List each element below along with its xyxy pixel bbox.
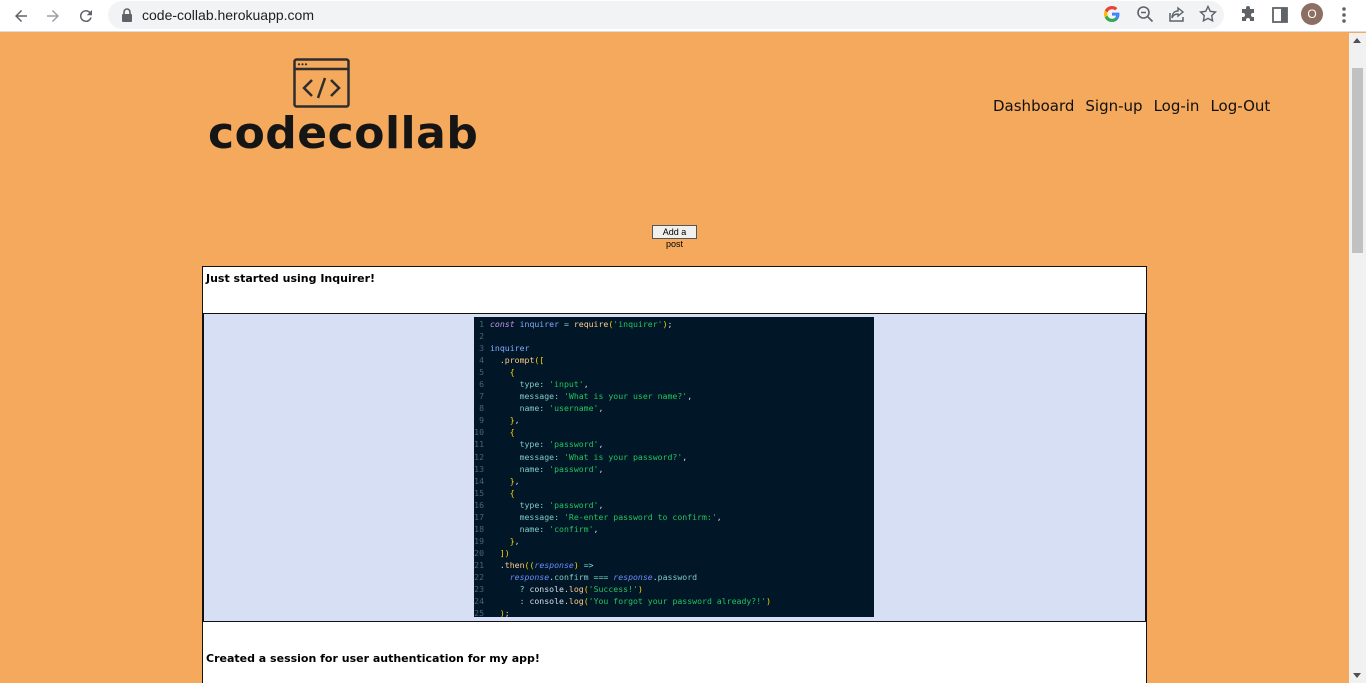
code-line: 15 {	[474, 487, 515, 498]
main-nav: Dashboard Sign-up Log-in Log-Out	[993, 97, 1270, 115]
nav-dashboard[interactable]: Dashboard	[993, 97, 1074, 115]
address-bar[interactable]: code-collab.herokuapp.com	[108, 1, 1224, 29]
code-line: 13 name: 'password',	[474, 463, 604, 474]
code-line: 6 type: 'input',	[479, 379, 589, 390]
scrollbar-thumb[interactable]	[1352, 68, 1363, 253]
code-line: 24 : console.log('You forgot your passwo…	[474, 596, 772, 607]
more-menu-icon[interactable]	[1337, 5, 1351, 25]
post-image-frame: 1 const inquirer = require('inquirer'); 2 3…	[203, 313, 1146, 622]
lock-icon	[122, 8, 132, 22]
code-line: 20 ])	[474, 547, 510, 558]
extensions-icon[interactable]	[1238, 5, 1258, 25]
scroll-up-arrow-icon[interactable]	[1353, 38, 1361, 43]
post-title[interactable]: Just started using Inquirer!	[206, 272, 375, 285]
google-icon[interactable]	[1103, 5, 1121, 23]
reload-icon[interactable]	[74, 4, 98, 28]
bookmark-star-icon[interactable]	[1199, 5, 1217, 23]
nav-sign-up[interactable]: Sign-up	[1085, 97, 1142, 115]
code-line: 21 .then((response) =>	[474, 559, 594, 570]
add-post-button[interactable]: Add a post	[652, 225, 697, 249]
side-panel-icon[interactable]	[1270, 5, 1290, 25]
code-line: 19 },	[474, 535, 520, 546]
forward-arrow-icon[interactable]	[41, 4, 65, 28]
scroll-down-arrow-icon[interactable]	[1353, 673, 1361, 678]
code-line: 1 const inquirer = require('inquirer');	[479, 319, 673, 329]
browser-toolbar: code-collab.herokuapp.com O	[0, 0, 1366, 32]
nav-log-out[interactable]: Log-Out	[1210, 97, 1270, 115]
nav-log-in[interactable]: Log-in	[1154, 97, 1200, 115]
logo-text: codecollab	[208, 108, 479, 159]
share-icon[interactable]	[1168, 5, 1186, 23]
code-line: 5 {	[479, 367, 515, 378]
code-window-icon	[293, 58, 350, 108]
profile-avatar[interactable]: O	[1301, 3, 1323, 25]
code-line: 11 type: 'password',	[474, 439, 604, 450]
posts-container: Just started using Inquirer! 1 const inqu…	[202, 266, 1147, 683]
site-logo[interactable]: codecollab	[208, 56, 478, 160]
code-line: 8 name: 'username',	[479, 403, 604, 414]
code-line: 10 {	[474, 427, 515, 438]
zoom-icon[interactable]	[1136, 5, 1154, 23]
back-arrow-icon[interactable]	[9, 4, 33, 28]
url-text: code-collab.herokuapp.com	[142, 7, 314, 23]
post-title[interactable]: Created a session for user authenticatio…	[206, 652, 540, 665]
code-line: 25 );	[474, 608, 510, 617]
code-line: 9 },	[479, 415, 520, 426]
code-line: 23 ? console.log('Success!')	[474, 584, 643, 595]
code-line: 14 },	[474, 475, 520, 486]
code-line: 16 type: 'password',	[474, 499, 604, 510]
code-line: 18 name: 'confirm',	[474, 523, 599, 534]
page-scrollbar[interactable]	[1349, 33, 1366, 683]
code-line: 3 inquirer	[479, 343, 530, 354]
code-line: 22 response.confirm === response.passwor…	[474, 571, 698, 582]
code-line: 4 .prompt([	[479, 355, 545, 366]
code-line: 2	[479, 331, 484, 342]
post-code-screenshot[interactable]: 1 const inquirer = require('inquirer'); 2 3…	[474, 317, 874, 617]
code-line: 12 message: 'What is your password?',	[474, 451, 688, 462]
code-line: 17 message: 'Re-enter password to confir…	[474, 511, 722, 522]
code-line: 7 message: 'What is your user name?',	[479, 391, 693, 402]
